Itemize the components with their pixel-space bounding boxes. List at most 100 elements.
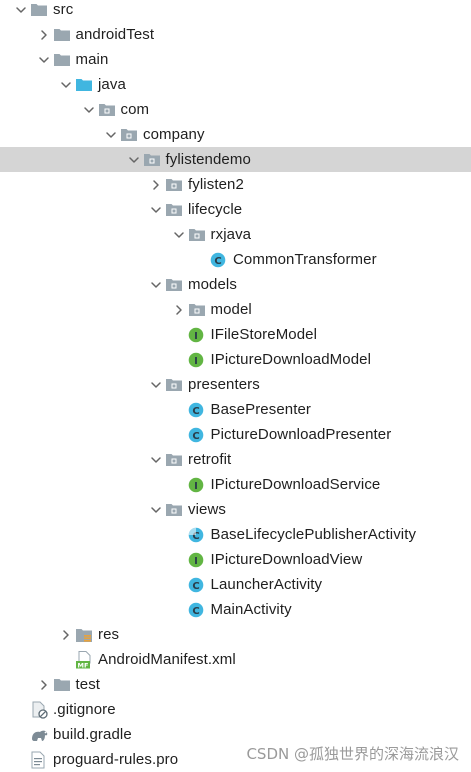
- tree-item-label: company: [143, 126, 205, 143]
- tree-item[interactable]: I IPictureDownloadModel: [0, 347, 471, 372]
- tree-item[interactable]: models: [0, 272, 471, 297]
- tree-item[interactable]: views: [0, 497, 471, 522]
- text-file-icon: [30, 747, 52, 772]
- tree-item[interactable]: presenters: [0, 372, 471, 397]
- tree-item[interactable]: company: [0, 122, 471, 147]
- tree-item-label: IPictureDownloadModel: [210, 351, 372, 368]
- tree-item[interactable]: fylistendemo: [0, 147, 471, 172]
- chevron-down-icon[interactable]: [147, 197, 165, 222]
- tree-item[interactable]: com: [0, 97, 471, 122]
- chevron-down-icon[interactable]: [102, 122, 120, 147]
- chevron-right-icon[interactable]: [147, 172, 165, 197]
- chevron-down-icon[interactable]: [125, 147, 143, 172]
- tree-item[interactable]: MF AndroidManifest.xml: [0, 647, 471, 672]
- package-icon: [188, 297, 210, 322]
- class-icon: C: [188, 597, 210, 622]
- tree-item[interactable]: I IPictureDownloadService: [0, 472, 471, 497]
- tree-item[interactable]: model: [0, 297, 471, 322]
- gradle-file-icon: [30, 722, 52, 747]
- svg-text:C: C: [214, 256, 221, 267]
- interface-icon: I: [188, 547, 210, 572]
- tree-item[interactable]: main: [0, 47, 471, 72]
- package-icon: [143, 147, 165, 172]
- tree-item-label: build.gradle: [53, 726, 132, 743]
- class-icon: C: [188, 572, 210, 597]
- package-icon: [98, 97, 120, 122]
- tree-item-label: MainActivity: [210, 601, 292, 618]
- chevron-down-icon[interactable]: [35, 47, 53, 72]
- chevron-down-icon[interactable]: [147, 447, 165, 472]
- tree-item-label: fylisten2: [188, 176, 244, 193]
- tree-item[interactable]: C BasePresenter: [0, 397, 471, 422]
- tree-item-label: retrofit: [188, 451, 232, 468]
- tree-item[interactable]: src: [0, 0, 471, 22]
- tree-item-label: PictureDownloadPresenter: [210, 426, 392, 443]
- tree-item-label: LauncherActivity: [210, 576, 323, 593]
- chevron-down-icon[interactable]: [12, 0, 30, 22]
- chevron-right-icon[interactable]: [35, 22, 53, 47]
- package-icon: [165, 497, 187, 522]
- tree-item-label: models: [188, 276, 237, 293]
- chevron-down-icon[interactable]: [170, 222, 188, 247]
- svg-text:I: I: [194, 356, 198, 367]
- class-icon: C: [188, 422, 210, 447]
- tree-item-label: BasePresenter: [210, 401, 312, 418]
- source-folder-icon: [75, 72, 97, 97]
- interface-icon: I: [188, 472, 210, 497]
- chevron-down-icon[interactable]: [147, 372, 165, 397]
- tree-item[interactable]: rxjava: [0, 222, 471, 247]
- tree-item[interactable]: lifecycle: [0, 197, 471, 222]
- package-icon: [165, 272, 187, 297]
- resources-folder-icon: [75, 622, 97, 647]
- package-icon: [165, 372, 187, 397]
- tree-item[interactable]: test: [0, 672, 471, 697]
- chevron-right-icon[interactable]: [170, 297, 188, 322]
- tree-item-label: src: [53, 1, 74, 18]
- tree-item[interactable]: res: [0, 622, 471, 647]
- tree-item[interactable]: I IFileStoreModel: [0, 322, 471, 347]
- gitignore-file-icon: [30, 697, 52, 722]
- tree-item[interactable]: I IPictureDownloadView: [0, 547, 471, 572]
- tree-item-label: IPictureDownloadView: [210, 551, 363, 568]
- interface-icon: I: [188, 347, 210, 372]
- tree-item[interactable]: androidTest: [0, 22, 471, 47]
- chevron-right-icon[interactable]: [35, 672, 53, 697]
- tree-item-label: CommonTransformer: [233, 251, 377, 268]
- tree-item-label: test: [75, 676, 101, 693]
- svg-text:I: I: [194, 556, 198, 567]
- class-icon: C: [210, 247, 232, 272]
- tree-item[interactable]: C MainActivity: [0, 597, 471, 622]
- tree-item[interactable]: C LauncherActivity: [0, 572, 471, 597]
- chevron-down-icon[interactable]: [147, 272, 165, 297]
- project-tree: src androidTest main java com company fylisten…: [0, 0, 471, 772]
- tree-item[interactable]: .gitignore: [0, 697, 471, 722]
- svg-text:I: I: [194, 481, 198, 492]
- tree-item[interactable]: C PictureDownloadPresenter: [0, 422, 471, 447]
- svg-text:MF: MF: [78, 661, 89, 669]
- tree-item[interactable]: fylisten2: [0, 172, 471, 197]
- folder-icon: [53, 672, 75, 697]
- svg-text:C: C: [192, 581, 199, 592]
- package-icon: [165, 172, 187, 197]
- tree-item-label: views: [188, 501, 227, 518]
- tree-item[interactable]: C CommonTransformer: [0, 247, 471, 272]
- chevron-down-icon[interactable]: [147, 497, 165, 522]
- tree-item-label: rxjava: [210, 226, 252, 243]
- tree-item-label: res: [98, 626, 120, 643]
- manifest-file-icon: MF: [75, 647, 97, 672]
- tree-item-label: BaseLifecyclePublisherActivity: [210, 526, 417, 543]
- tree-item[interactable]: C BaseLifecyclePublisherActivity: [0, 522, 471, 547]
- tree-item[interactable]: java: [0, 72, 471, 97]
- tree-item[interactable]: retrofit: [0, 447, 471, 472]
- interface-icon: I: [188, 322, 210, 347]
- chevron-down-icon[interactable]: [57, 72, 75, 97]
- chevron-down-icon[interactable]: [80, 97, 98, 122]
- svg-text:C: C: [192, 606, 199, 617]
- chevron-right-icon[interactable]: [57, 622, 75, 647]
